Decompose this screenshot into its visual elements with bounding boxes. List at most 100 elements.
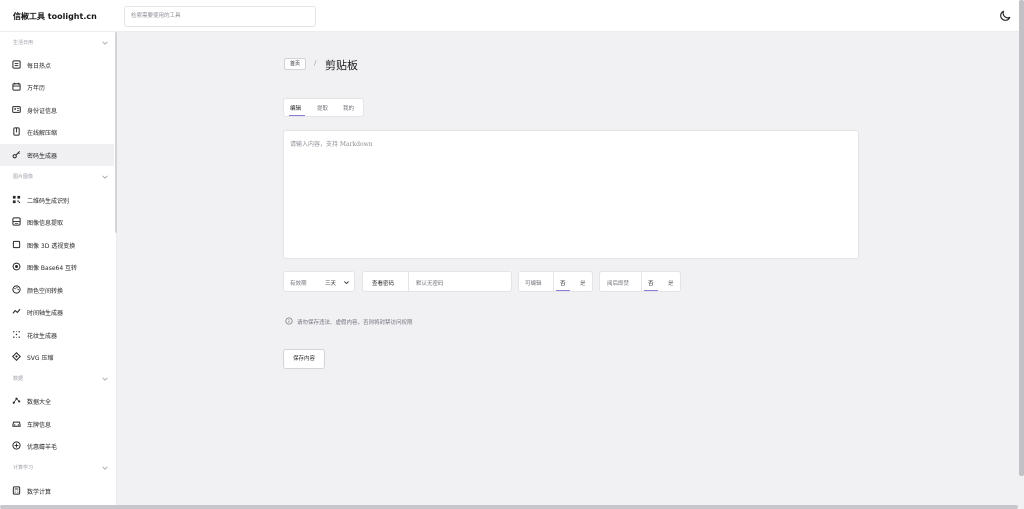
sidebar-item-label: 每日热点 bbox=[27, 63, 52, 70]
chevron-down-icon bbox=[102, 175, 108, 179]
sidebar-item-label: 万年历 bbox=[27, 85, 46, 92]
moon-icon[interactable] bbox=[998, 9, 1012, 23]
divider bbox=[641, 272, 642, 291]
sidebar-item-label: 图像 Base64 互转 bbox=[27, 265, 78, 272]
sidebar-item-label: 二维码生成识别 bbox=[27, 198, 70, 205]
burn-option-yes[interactable]: 是 bbox=[668, 279, 674, 287]
sidebar-group-label: 计算学习 bbox=[13, 465, 34, 471]
sidebar-item-timeline[interactable]: 时间轴生成器 bbox=[0, 301, 114, 323]
sidebar-item-svg-compress[interactable]: SVG 压缩 bbox=[0, 346, 114, 368]
breadcrumb-home[interactable]: 首页 bbox=[284, 58, 307, 70]
tab-bar: 编辑 提取 我的 bbox=[283, 98, 364, 117]
sidebar: 生活日用 每日热点 万年历 身份证信息 在线解压缩 密码生成器 图片图像 二维码… bbox=[0, 32, 117, 509]
sidebar-item-id-card[interactable]: 身份证信息 bbox=[0, 99, 114, 121]
calculator-icon bbox=[12, 486, 21, 495]
divider bbox=[553, 272, 554, 291]
sidebar-item-label: 密码生成器 bbox=[27, 153, 58, 160]
pattern-icon bbox=[13, 330, 20, 339]
sidebar-scrollbar[interactable] bbox=[115, 32, 117, 233]
sidebar-item-qrcode[interactable]: 二维码生成识别 bbox=[0, 189, 114, 211]
password-input[interactable]: 默认无密码 bbox=[416, 279, 444, 287]
brand-logo[interactable]: 信椒工具 toolight.cn bbox=[13, 11, 97, 22]
sidebar-item-unzip[interactable]: 在线解压缩 bbox=[0, 121, 114, 143]
sidebar-item-label: 优惠薅羊毛 bbox=[27, 444, 58, 451]
sidebar-group-life[interactable]: 生活日用 bbox=[0, 32, 114, 54]
sidebar-item-label: 图像信息提取 bbox=[27, 220, 64, 227]
sidebar-group-images[interactable]: 图片图像 bbox=[0, 166, 114, 188]
svg-icon bbox=[12, 352, 21, 361]
sidebar-item-label: 数学计算 bbox=[27, 489, 52, 496]
password-group: 查看密码 默认无密码 bbox=[362, 271, 512, 292]
page-horizontal-scrollbar[interactable] bbox=[0, 505, 1018, 509]
sidebar-item-data-collection[interactable]: 数据大全 bbox=[0, 390, 114, 412]
sidebar-item-label: 图像 3D 透视变换 bbox=[27, 243, 76, 250]
page-vertical-scrollbar[interactable] bbox=[1019, 0, 1024, 476]
content-editor[interactable]: 请输入内容，支持 Markdown bbox=[283, 130, 859, 259]
sidebar-item-label: 花纹生成器 bbox=[27, 333, 58, 340]
search-input[interactable]: 检索需要使用的工具 bbox=[124, 6, 316, 27]
info-circle-icon bbox=[285, 317, 293, 325]
save-button[interactable]: 保存内容 bbox=[283, 349, 325, 369]
divider bbox=[408, 272, 409, 291]
sidebar-item-color-space[interactable]: 颜色空间转换 bbox=[0, 279, 114, 301]
key-icon bbox=[12, 150, 21, 159]
notice-text: 请勿保存违法、虚假内容，否则将封禁访问权限 bbox=[297, 320, 413, 326]
burn-selected-indicator bbox=[644, 290, 658, 291]
qrcode-icon bbox=[12, 195, 21, 204]
base64-icon bbox=[12, 262, 21, 271]
perspective-icon bbox=[12, 240, 21, 249]
validity-select[interactable]: 有效期 三天 bbox=[283, 271, 355, 292]
burn-option-no[interactable]: 否 bbox=[648, 279, 654, 287]
password-label: 查看密码 bbox=[372, 281, 395, 287]
sidebar-item-label: 时间轴生成器 bbox=[27, 310, 64, 317]
editable-label: 可编辑 bbox=[525, 281, 542, 287]
sidebar-item-math[interactable]: 数学计算 bbox=[0, 480, 114, 502]
chevron-down-icon bbox=[344, 281, 349, 285]
sidebar-item-label: 颜色空间转换 bbox=[27, 288, 64, 295]
sidebar-item-label: 车牌信息 bbox=[27, 422, 52, 429]
tab-mine[interactable]: 我的 bbox=[343, 104, 354, 112]
page-title: 剪贴板 bbox=[325, 59, 358, 72]
sidebar-item-label: 身份证信息 bbox=[27, 108, 58, 115]
car-icon bbox=[12, 421, 21, 427]
burn-label: 阅后即焚 bbox=[607, 281, 630, 287]
coupon-icon bbox=[12, 441, 21, 450]
validity-value: 三天 bbox=[325, 281, 337, 287]
sidebar-item-coupons[interactable]: 优惠薅羊毛 bbox=[0, 435, 114, 457]
data-icon bbox=[12, 397, 21, 404]
palette-icon bbox=[12, 285, 21, 294]
sidebar-item-password-generator[interactable]: 密码生成器 bbox=[0, 144, 114, 166]
chevron-down-icon bbox=[102, 377, 108, 381]
editable-option-no[interactable]: 否 bbox=[560, 279, 566, 287]
tab-edit[interactable]: 编辑 bbox=[290, 104, 301, 112]
sidebar-item-perspective[interactable]: 图像 3D 透视变换 bbox=[0, 234, 114, 256]
sidebar-item-license-plate[interactable]: 车牌信息 bbox=[0, 413, 114, 435]
sidebar-group-data[interactable]: 数据 bbox=[0, 368, 114, 390]
sidebar-item-label: 数据大全 bbox=[27, 399, 52, 406]
timeline-icon bbox=[12, 308, 21, 314]
top-bar: 信椒工具 toolight.cn 检索需要使用的工具 bbox=[0, 0, 1024, 32]
calendar-icon bbox=[12, 82, 21, 91]
sidebar-item-calendar[interactable]: 万年历 bbox=[0, 76, 114, 98]
id-card-icon bbox=[12, 106, 21, 113]
sidebar-group-label: 数据 bbox=[13, 376, 24, 382]
tab-extract[interactable]: 提取 bbox=[317, 104, 328, 112]
editable-option-yes[interactable]: 是 bbox=[580, 279, 586, 287]
sidebar-group-study[interactable]: 计算学习 bbox=[0, 457, 114, 479]
validity-label: 有效期 bbox=[290, 281, 307, 287]
image-info-icon bbox=[12, 217, 21, 226]
sidebar-item-pattern[interactable]: 花纹生成器 bbox=[0, 324, 114, 346]
editor-placeholder: 请输入内容，支持 Markdown bbox=[290, 141, 373, 148]
sidebar-item-base64[interactable]: 图像 Base64 互转 bbox=[0, 256, 114, 278]
sidebar-group-label: 生活日用 bbox=[13, 40, 34, 46]
chevron-down-icon bbox=[102, 41, 108, 45]
burn-after-read-toggle: 阅后即焚 否 是 bbox=[599, 271, 681, 292]
sidebar-item-label: 在线解压缩 bbox=[27, 130, 58, 137]
sidebar-item-image-info[interactable]: 图像信息提取 bbox=[0, 211, 114, 233]
chevron-down-icon bbox=[102, 466, 108, 470]
editable-toggle: 可编辑 否 是 bbox=[518, 271, 593, 292]
sidebar-group-label: 图片图像 bbox=[13, 174, 34, 180]
sidebar-item-label: SVG 压缩 bbox=[27, 355, 54, 362]
breadcrumb-separator: / bbox=[314, 59, 317, 67]
sidebar-item-daily-hot[interactable]: 每日热点 bbox=[0, 54, 114, 76]
